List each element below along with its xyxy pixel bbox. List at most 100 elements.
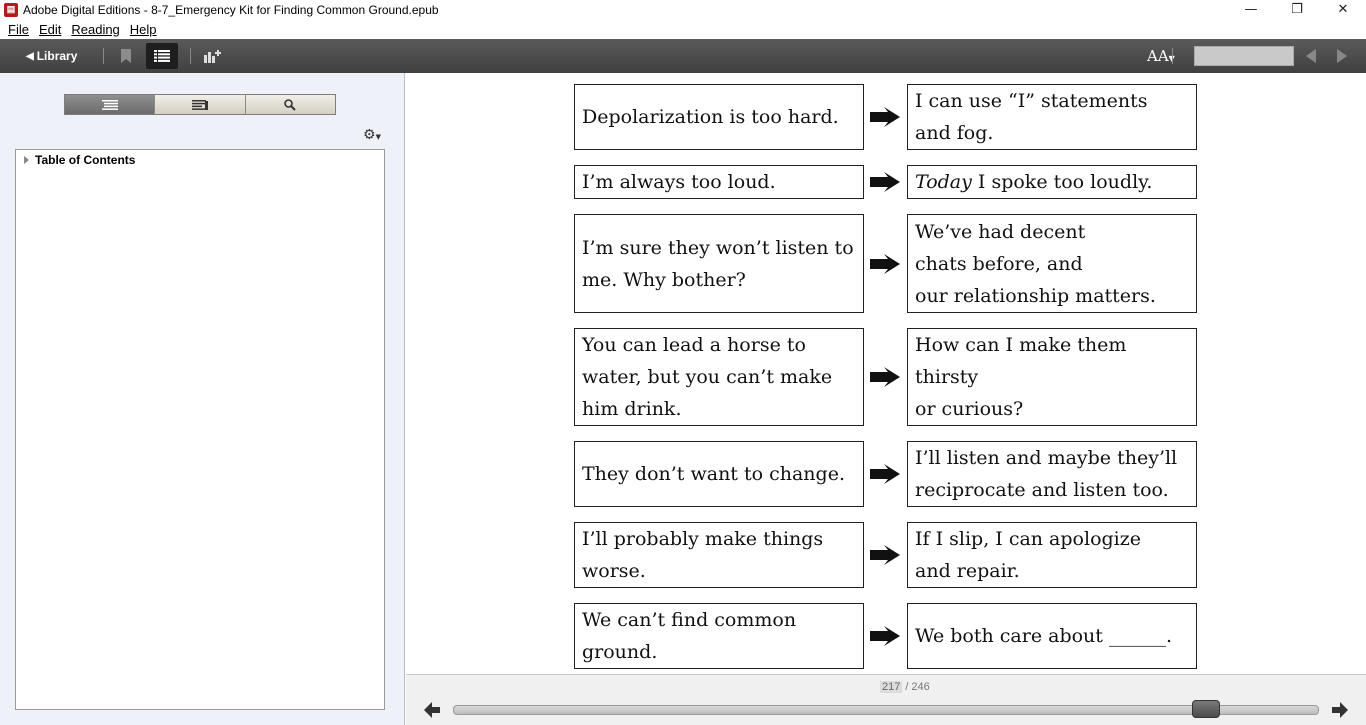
title-bar: ▤ Adobe Digital Editions - 8-7_Emergency…	[0, 0, 1366, 19]
negative-thought-text: You can lead a horse to water, but you ca…	[582, 334, 833, 420]
right-arrow-icon	[1332, 702, 1348, 718]
reframe-text: We’ve had decent chats before, and our rel…	[915, 220, 1156, 307]
previous-page-icon[interactable]	[1306, 49, 1316, 63]
reframe-box: We both care about ______.	[907, 603, 1197, 669]
tab-annotations[interactable]	[155, 95, 246, 114]
negative-thought-text: They don’t want to change.	[582, 463, 845, 485]
reframe-box: We’ve had decent chats before, and our rel…	[907, 214, 1197, 313]
total-pages: 246	[911, 681, 930, 693]
chart-plus-icon	[204, 50, 222, 63]
negative-thought-box: I’m always too loud.	[574, 165, 864, 199]
library-label: Library	[36, 49, 78, 63]
menu-edit[interactable]: Edit	[34, 22, 66, 37]
reframe-box: How can I make them thirsty or curious?	[907, 328, 1197, 426]
toc-label: Table of Contents	[35, 153, 136, 167]
pair-row: I’m sure they won’t listen to me. Why bot…	[574, 214, 1197, 313]
toc-view-button[interactable]	[146, 43, 179, 69]
reframe-text: We both care about ______.	[915, 625, 1172, 647]
list-icon	[154, 50, 171, 62]
library-button[interactable]: ◀ Library	[26, 49, 77, 63]
negative-thought-text: I’ll probably make things worse.	[582, 528, 824, 582]
right-arrow-icon	[870, 172, 900, 192]
right-arrow-icon	[870, 253, 900, 274]
negative-thought-box: You can lead a horse to water, but you ca…	[574, 328, 864, 426]
pair-row: Depolarization is too hard. I can use “I”…	[574, 84, 1197, 150]
minimize-button[interactable]: —	[1228, 0, 1274, 19]
sidebar-view-tabs	[64, 94, 336, 115]
toolbar-divider	[1172, 48, 1173, 64]
reframe-text: How can I make them thirsty or curious?	[915, 334, 1127, 420]
sidebar: ⚙▼ Table of Contents	[0, 73, 405, 725]
reframe-text: I can use “I” statements and fog.	[915, 90, 1148, 144]
restore-button[interactable]: ❐	[1274, 0, 1320, 19]
reframe-text: I’ll listen and maybe they’ll reciprocate…	[915, 447, 1178, 501]
menu-bar: File Edit Reading Help	[0, 19, 1366, 39]
pair-row: They don’t want to change. I’ll listen an…	[574, 441, 1197, 507]
annotations-icon	[191, 99, 208, 110]
adobe-digital-editions-logo-icon: ▤	[4, 2, 18, 17]
font-size-button[interactable]: AA▼	[1147, 47, 1175, 65]
negative-thought-box: Depolarization is too hard.	[574, 84, 864, 150]
menu-help[interactable]: Help	[125, 22, 162, 37]
progress-slider-track[interactable]	[453, 705, 1319, 715]
current-page: 217	[880, 681, 903, 693]
settings-gear-icon[interactable]: ⚙▼	[363, 127, 381, 143]
contents-list-icon	[101, 99, 118, 110]
reframe-text: If I slip, I can apologize and repair.	[915, 528, 1141, 582]
negative-thought-box: I’ll probably make things worse.	[574, 522, 864, 588]
menu-file[interactable]: File	[3, 22, 34, 37]
add-to-collection-button[interactable]	[201, 43, 225, 69]
progress-slider-thumb[interactable]	[1192, 700, 1221, 718]
reframe-box: I can use “I” statements and fog.	[907, 84, 1197, 150]
bookmark-button[interactable]	[114, 43, 138, 69]
toolbar-divider	[190, 48, 192, 64]
pair-row: You can lead a horse to water, but you ca…	[574, 328, 1197, 426]
negative-thought-text: Depolarization is too hard.	[582, 106, 839, 128]
back-triangle-icon: ◀	[26, 50, 34, 62]
window-controls: — ❐ ✕	[1228, 0, 1366, 19]
page-indicator: 217 / 246	[880, 681, 930, 693]
reframe-box: I’ll listen and maybe they’ll reciprocate…	[907, 441, 1197, 507]
tab-search[interactable]	[245, 95, 335, 114]
negative-thought-box: We can’t find common ground.	[574, 603, 864, 669]
toolbar: ◀ Library AA▼	[0, 39, 1366, 73]
emphasis-text: Today	[915, 171, 972, 193]
table-of-contents-panel: Table of Contents	[15, 149, 385, 710]
right-arrow-icon	[870, 464, 900, 484]
search-icon	[284, 98, 297, 111]
negative-thought-text: I’m always too loud.	[582, 171, 776, 193]
close-button[interactable]: ✕	[1320, 0, 1366, 19]
reframe-box: Today I spoke too loudly.	[907, 165, 1197, 199]
restore-icon: ❐	[1291, 2, 1303, 17]
right-arrow-icon	[870, 626, 900, 646]
right-arrow-icon	[870, 367, 900, 387]
bookmark-icon	[121, 49, 132, 63]
expand-triangle-icon[interactable]	[24, 156, 29, 164]
page-number-input[interactable]	[1194, 46, 1294, 66]
reading-pane: Depolarization is too hard. I can use “I”…	[406, 73, 1366, 674]
negative-thought-box: I’m sure they won’t listen to me. Why bot…	[574, 214, 864, 313]
next-page-icon[interactable]	[1337, 49, 1347, 63]
right-arrow-icon	[870, 107, 900, 127]
pair-row: I’ll probably make things worse. If I slip…	[574, 522, 1197, 588]
right-arrow-icon	[870, 545, 900, 565]
pagination-bar: 217 / 246	[406, 674, 1366, 725]
menu-reading[interactable]: Reading	[66, 22, 124, 37]
window-title: Adobe Digital Editions - 8-7_Emergency K…	[23, 2, 439, 17]
previous-page-button[interactable]	[424, 702, 440, 718]
negative-thought-text: I’m sure they won’t listen to me. Why bot…	[582, 236, 854, 291]
close-icon: ✕	[1337, 2, 1349, 17]
negative-thought-box: They don’t want to change.	[574, 441, 864, 507]
pair-row: We can’t find common ground. We both care …	[574, 603, 1197, 669]
page-separator: /	[905, 681, 909, 693]
tab-contents[interactable]	[65, 95, 156, 114]
reframe-text: Today I spoke too loudly.	[915, 171, 1153, 193]
toc-item[interactable]: Table of Contents	[24, 153, 135, 167]
next-page-button[interactable]	[1332, 702, 1348, 718]
reframe-box: If I slip, I can apologize and repair.	[907, 522, 1197, 588]
pair-row: I’m always too loud. Today I spoke too lo…	[574, 165, 1197, 199]
font-size-label: AA	[1147, 47, 1169, 65]
minimize-icon: —	[1244, 2, 1258, 17]
toolbar-divider	[103, 48, 105, 64]
left-arrow-icon	[424, 702, 440, 718]
